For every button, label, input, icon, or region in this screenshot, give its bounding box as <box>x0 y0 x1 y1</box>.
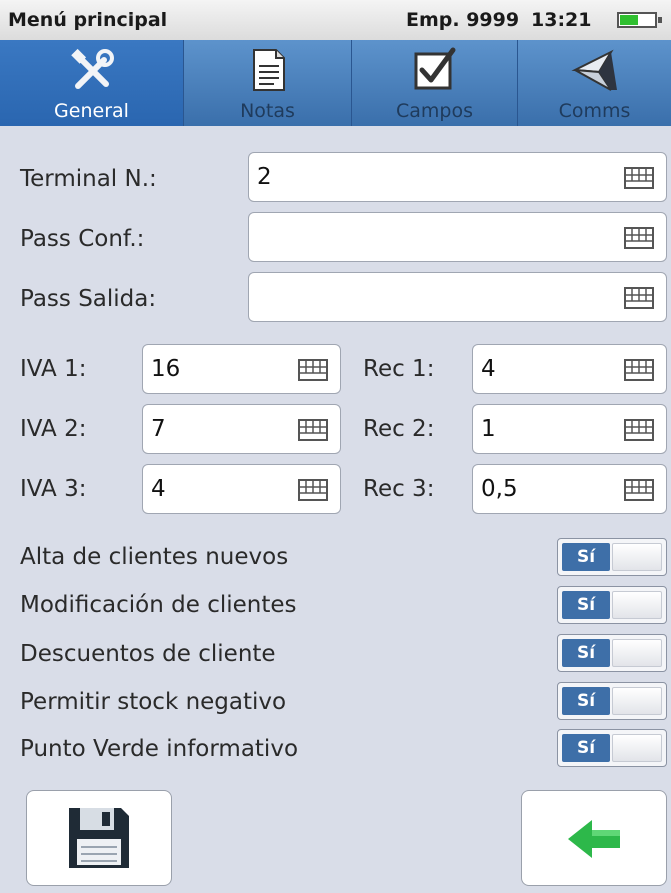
document-icon <box>252 49 285 91</box>
pass-salida-field[interactable] <box>248 272 667 322</box>
keyboard-icon[interactable] <box>624 359 654 381</box>
iva-1-label: IVA 1: <box>20 356 87 382</box>
keyboard-icon[interactable] <box>298 479 328 501</box>
keyboard-icon[interactable] <box>624 287 654 309</box>
tab-comms[interactable]: Comms <box>518 40 671 126</box>
company-indicator: Emp. 9999 <box>406 9 520 31</box>
rec-2-label: Rec 2: <box>363 416 435 442</box>
back-button[interactable] <box>521 790 667 886</box>
toggle-alta-clientes[interactable]: Sí <box>557 538 667 576</box>
toggle-state: Sí <box>562 639 610 667</box>
status-bar: Menú principal Emp. 9999 13:21 <box>0 0 671 41</box>
iva-2-value: 7 <box>151 416 166 442</box>
keyboard-icon[interactable] <box>624 227 654 249</box>
back-arrow-icon <box>568 820 620 858</box>
option-label-modificacion-clientes: Modificación de clientes <box>20 592 297 618</box>
rec-2-field[interactable]: 1 <box>472 404 667 454</box>
rec-3-value: 0,5 <box>481 476 518 502</box>
tools-icon <box>70 48 114 89</box>
keyboard-icon[interactable] <box>298 359 328 381</box>
iva-1-value: 16 <box>151 356 181 382</box>
clock: 13:21 <box>531 9 592 31</box>
tab-notas[interactable]: Notas <box>184 40 352 126</box>
keyboard-icon[interactable] <box>624 419 654 441</box>
iva-3-field[interactable]: 4 <box>142 464 341 514</box>
save-icon <box>69 808 129 868</box>
antenna-icon <box>570 49 617 91</box>
rec-3-field[interactable]: 0,5 <box>472 464 667 514</box>
iva-3-label: IVA 3: <box>20 476 87 502</box>
keyboard-icon[interactable] <box>624 479 654 501</box>
toggle-stock-negativo[interactable]: Sí <box>557 682 667 720</box>
rec-1-field[interactable]: 4 <box>472 344 667 394</box>
pass-conf-field[interactable] <box>248 212 667 262</box>
pass-salida-label: Pass Salida: <box>20 286 157 312</box>
toggle-state: Sí <box>562 734 610 762</box>
keyboard-icon[interactable] <box>624 167 654 189</box>
pass-conf-label: Pass Conf.: <box>20 226 145 252</box>
option-label-stock-negativo: Permitir stock negativo <box>20 689 287 715</box>
tab-bar: General Notas Campos Comms <box>0 40 671 126</box>
toggle-state: Sí <box>562 591 610 619</box>
rec-1-label: Rec 1: <box>363 356 435 382</box>
screen-title: Menú principal <box>8 9 168 31</box>
toggle-modificacion-clientes[interactable]: Sí <box>557 586 667 624</box>
terminal-field[interactable]: 2 <box>248 152 667 202</box>
toggle-state: Sí <box>562 687 610 715</box>
rec-1-value: 4 <box>481 356 496 382</box>
iva-2-label: IVA 2: <box>20 416 87 442</box>
option-label-alta-clientes: Alta de clientes nuevos <box>20 544 289 570</box>
iva-2-field[interactable]: 7 <box>142 404 341 454</box>
checkbox-icon <box>414 47 455 90</box>
tab-label: Notas <box>240 100 295 122</box>
tab-general[interactable]: General <box>0 40 184 126</box>
rec-3-label: Rec 3: <box>363 476 435 502</box>
keyboard-icon[interactable] <box>298 419 328 441</box>
tab-label: Comms <box>558 100 631 122</box>
terminal-value: 2 <box>257 164 272 190</box>
iva-1-field[interactable]: 16 <box>142 344 341 394</box>
tab-label: Campos <box>395 100 473 122</box>
tab-campos[interactable]: Campos <box>352 40 518 126</box>
battery-icon <box>617 12 662 28</box>
toggle-descuentos-cliente[interactable]: Sí <box>557 634 667 672</box>
iva-3-value: 4 <box>151 476 166 502</box>
tab-label: General <box>54 100 129 122</box>
option-label-descuentos-cliente: Descuentos de cliente <box>20 641 276 667</box>
toggle-punto-verde[interactable]: Sí <box>557 729 667 767</box>
save-button[interactable] <box>26 790 172 886</box>
rec-2-value: 1 <box>481 416 496 442</box>
toggle-state: Sí <box>562 543 610 571</box>
terminal-label: Terminal N.: <box>20 166 157 192</box>
option-label-punto-verde: Punto Verde informativo <box>20 736 299 762</box>
